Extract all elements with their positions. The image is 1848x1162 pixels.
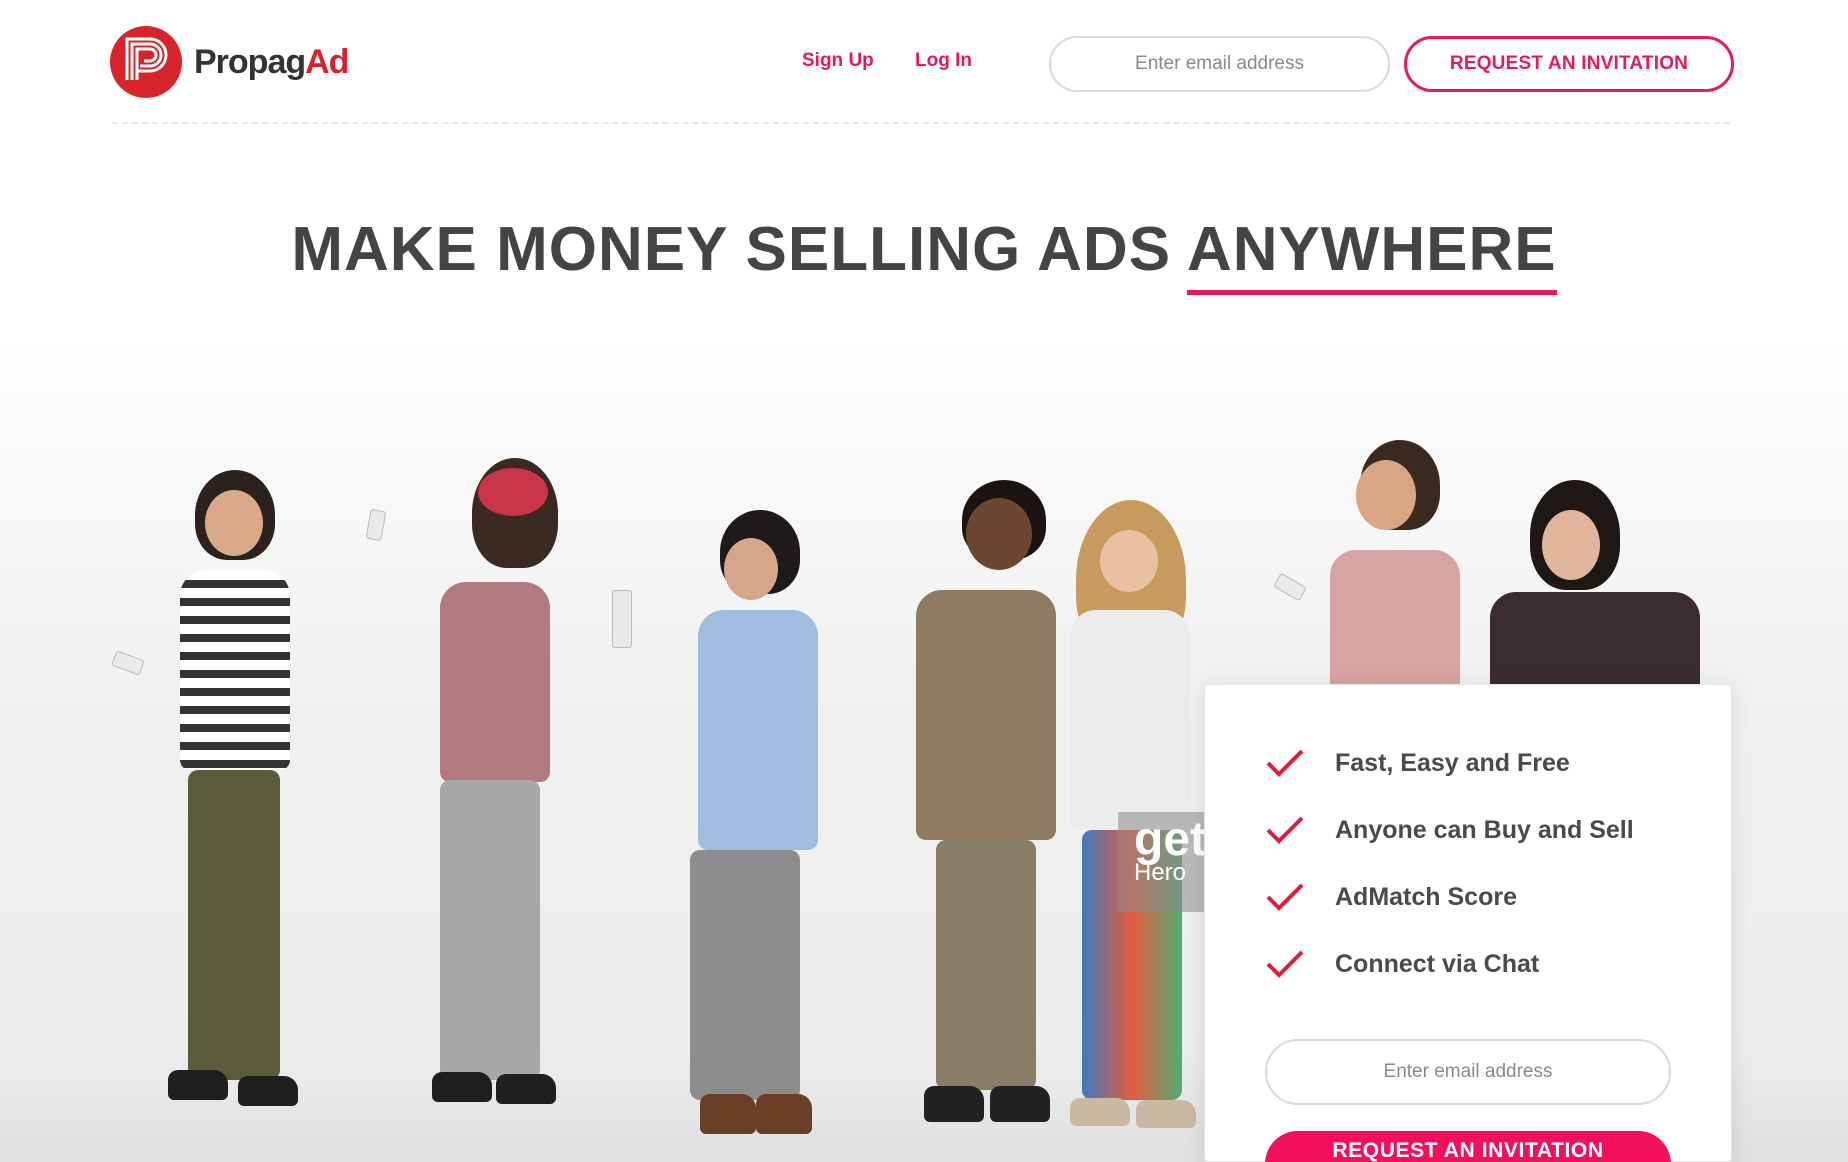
feature-item: Anyone can Buy and Sell (1265, 814, 1634, 846)
hero-person (1490, 480, 1710, 712)
propagad-p-logo-icon (110, 26, 182, 98)
hero-person (1273, 440, 1470, 700)
brand-name: PropagAd (194, 42, 349, 81)
checkmark-icon (1266, 816, 1304, 844)
feature-card: Fast, Easy and Free Anyone can Buy and S… (1204, 684, 1732, 1162)
hero-person (365, 450, 600, 1162)
header-email-input[interactable] (1049, 36, 1390, 92)
hero-person (910, 480, 1080, 1162)
sign-up-link[interactable]: Sign Up (802, 50, 874, 72)
headline-emphasis: ANYWHERE (1186, 215, 1557, 295)
stock-watermark: get Hero (1118, 812, 1216, 912)
checkmark-icon (1266, 883, 1304, 911)
checkmark-icon (1266, 950, 1304, 978)
feature-label: Anyone can Buy and Sell (1335, 815, 1634, 844)
checkmark-icon (1266, 749, 1304, 777)
feature-label: Connect via Chat (1335, 949, 1540, 978)
feature-label: AdMatch Score (1335, 882, 1517, 911)
feature-label: Fast, Easy and Free (1335, 748, 1570, 777)
card-request-invitation-button[interactable]: REQUEST AN INVITATION (1265, 1131, 1671, 1162)
feature-item: Connect via Chat (1265, 948, 1539, 980)
site-header: PropagAd Sign Up Log In REQUEST AN INVIT… (0, 0, 1848, 124)
feature-item: AdMatch Score (1265, 881, 1517, 913)
brand-logo[interactable]: PropagAd (110, 26, 349, 98)
hero-person (111, 470, 350, 1162)
header-request-invitation-button[interactable]: REQUEST AN INVITATION (1404, 36, 1734, 92)
card-email-input[interactable] (1265, 1039, 1671, 1105)
feature-item: Fast, Easy and Free (1265, 747, 1570, 779)
headline-text: MAKE MONEY SELLING ADS (291, 215, 1187, 284)
header-divider (112, 122, 1730, 124)
page-headline: MAKE MONEY SELLING ADS ANYWHERE (0, 214, 1848, 295)
hero-person (612, 510, 840, 1162)
log-in-link[interactable]: Log In (915, 50, 972, 72)
